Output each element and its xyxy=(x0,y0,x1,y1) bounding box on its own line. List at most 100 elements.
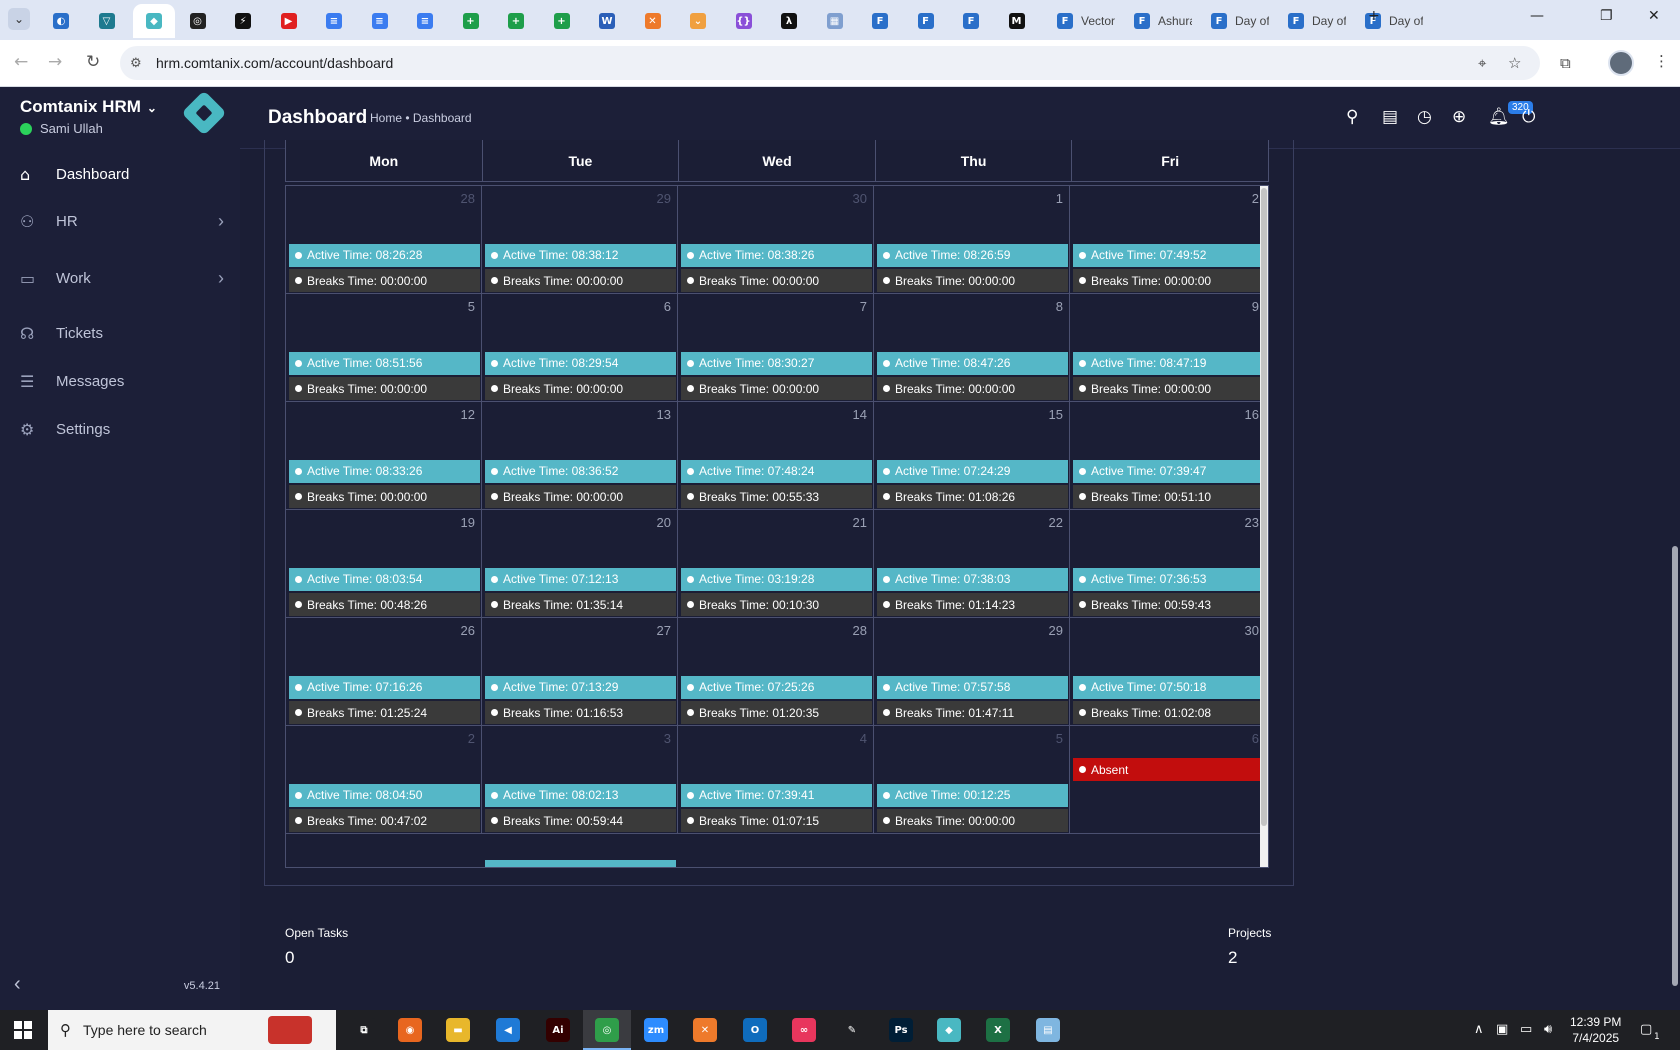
browser-tab[interactable]: F xyxy=(952,4,990,38)
excel-icon[interactable]: X xyxy=(986,1018,1010,1042)
active-event[interactable]: Active Time: 07:24:29 xyxy=(877,459,1068,483)
browser-tab[interactable]: λ xyxy=(770,4,808,38)
breaks-event[interactable]: Breaks Time: 01:25:24 xyxy=(289,701,480,724)
brand-menu[interactable]: Comtanix HRM ⌄ xyxy=(20,97,157,117)
calendar-day[interactable]: 20Clock-in: 4:45 PMActive Time: 07:12:13… xyxy=(482,510,678,618)
calendar-day[interactable]: 27Clock-in: 4:58 PMActive Time: 07:13:29… xyxy=(482,618,678,726)
day-number[interactable]: 28 xyxy=(461,191,475,206)
breaks-event[interactable]: Breaks Time: 00:00:00 xyxy=(877,377,1068,400)
active-event[interactable]: Active Time: 07:25:26 xyxy=(681,675,872,699)
extensions-icon[interactable]: ⧉ xyxy=(1560,54,1571,72)
day-number[interactable]: 7 xyxy=(860,299,867,314)
site-info-icon[interactable]: ⚙ xyxy=(130,55,142,71)
browser-tab[interactable]: ⌄ xyxy=(679,4,717,38)
active-event[interactable]: Active Time: 00:00:00 xyxy=(485,860,676,867)
day-number[interactable]: 2 xyxy=(468,731,475,746)
day-number[interactable]: 30 xyxy=(1245,623,1259,638)
breaks-event[interactable]: Breaks Time: 00:48:26 xyxy=(289,593,480,616)
breaks-event[interactable]: Breaks Time: 01:35:14 xyxy=(485,593,676,616)
breaks-event[interactable]: Breaks Time: 01:16:53 xyxy=(485,701,676,724)
browser-tab[interactable]: F Ashura xyxy=(1124,4,1199,38)
page-scrollbar[interactable] xyxy=(1668,150,1680,1010)
browser-tab[interactable]: ◆ xyxy=(133,4,175,38)
day-number[interactable]: 5 xyxy=(1056,731,1063,746)
breaks-event[interactable]: Breaks Time: 00:00:00 xyxy=(1073,269,1264,292)
browser-tab[interactable]: F xyxy=(861,4,899,38)
active-event[interactable]: Active Time: 03:19:28 xyxy=(681,567,872,591)
zoom-icon[interactable]: zm xyxy=(644,1018,668,1042)
system-clock[interactable]: 12:39 PM 7/4/2025 xyxy=(1570,1014,1621,1046)
active-event[interactable]: Active Time: 08:47:26 xyxy=(877,351,1068,375)
firefox-icon[interactable]: ◉ xyxy=(398,1018,422,1042)
calendar-day[interactable]: 12Clock-in: 4:59 PMActive Time: 08:33:26… xyxy=(286,402,482,510)
restore-icon[interactable]: ❐ xyxy=(1600,8,1613,24)
calendar-day[interactable]: 2Clock-in: 5:04 PMActive Time: 07:49:52B… xyxy=(1070,186,1266,294)
browser-tab[interactable]: + xyxy=(452,4,490,38)
sidebar-item-messages[interactable]: ☰ Messages xyxy=(0,361,240,401)
browser-tab[interactable]: ≡ xyxy=(406,4,444,38)
calendar-day[interactable]: 6Clock-in: 5:00 PMActive Time: 08:29:54B… xyxy=(482,294,678,402)
active-event[interactable]: Active Time: 07:50:18 xyxy=(1073,675,1264,699)
day-number[interactable]: 2 xyxy=(1252,191,1259,206)
day-number[interactable]: 3 xyxy=(664,731,671,746)
calendar-day[interactable]: 26Clock-in: 4:49 PMActive Time: 07:16:26… xyxy=(286,618,482,726)
calendar-day[interactable]: 29Clock-in: 4:32 PMActive Time: 07:57:58… xyxy=(874,618,1070,726)
search-icon[interactable]: ⚲ xyxy=(1346,107,1358,127)
breaks-event[interactable]: Breaks Time: 00:00:00 xyxy=(681,269,872,292)
creative-cloud-icon[interactable]: ∞ xyxy=(792,1018,816,1042)
back-icon[interactable]: ← xyxy=(14,52,28,72)
url-field[interactable]: ⚙ hrm.comtanix.com/account/dashboard ⌖ ☆ xyxy=(120,46,1540,80)
breadcrumb[interactable]: Home • Dashboard xyxy=(370,111,472,125)
day-number[interactable]: 22 xyxy=(1049,515,1063,530)
calendar-day[interactable]: 28Clock-in: 4:46 PMActive Time: 07:25:26… xyxy=(678,618,874,726)
calendar-day[interactable]: 9Clock-in: 4:45 PMActive Time: 08:47:19B… xyxy=(1070,294,1266,402)
day-number[interactable]: 20 xyxy=(657,515,671,530)
day-number[interactable]: 12 xyxy=(461,407,475,422)
calendar-day[interactable]: 5Clock-in: 4:40 PMActive Time: 08:51:56B… xyxy=(286,294,482,402)
browser-tab[interactable]: ✕ xyxy=(634,4,672,38)
active-event[interactable]: Active Time: 08:26:59 xyxy=(877,243,1068,267)
bookmark-star-icon[interactable]: ☆ xyxy=(1508,54,1521,72)
breaks-event[interactable]: Breaks Time: 00:00:00 xyxy=(1073,377,1264,400)
day-number[interactable]: 26 xyxy=(461,623,475,638)
browser-tab[interactable]: ▦ xyxy=(816,4,854,38)
tray-overflow-icon[interactable]: ∧ xyxy=(1474,1022,1484,1037)
breaks-event[interactable]: Breaks Time: 00:00:00 xyxy=(485,269,676,292)
day-number[interactable]: 23 xyxy=(1245,515,1259,530)
active-event[interactable]: Active Time: 07:49:52 xyxy=(1073,243,1264,267)
browser-tab[interactable]: ⚡ xyxy=(224,4,262,38)
windows-start-icon[interactable] xyxy=(14,1021,32,1039)
location-icon[interactable]: ⌖ xyxy=(1478,54,1486,72)
active-event[interactable]: Active Time: 08:26:28 xyxy=(289,243,480,267)
browser-tab[interactable]: F Day of xyxy=(1355,4,1430,38)
active-event[interactable]: Active Time: 07:13:29 xyxy=(485,675,676,699)
calendar-day[interactable]: 30Clock-in: 4:55 PMActive Time: 08:38:26… xyxy=(678,186,874,294)
day-number[interactable]: 6 xyxy=(1252,731,1259,746)
browser-tab[interactable]: F xyxy=(907,4,945,38)
add-icon[interactable]: ⊕ xyxy=(1452,107,1466,127)
bell-icon[interactable]: 🔔︎ xyxy=(1488,107,1510,127)
day-number[interactable]: 29 xyxy=(1049,623,1063,638)
calendar-day[interactable]: 28Clock-in: 5:07 PMActive Time: 08:26:28… xyxy=(286,186,482,294)
calendar-day[interactable]: 2Clock-in: 4:40 PMActive Time: 08:04:50B… xyxy=(286,726,482,834)
breaks-event[interactable]: Breaks Time: 01:14:23 xyxy=(877,593,1068,616)
more-menu-icon[interactable]: ⋮ xyxy=(1654,52,1669,70)
active-event[interactable]: Active Time: 07:48:24 xyxy=(681,459,872,483)
breaks-event[interactable]: Breaks Time: 00:59:44 xyxy=(485,809,676,832)
scrollbar-thumb[interactable] xyxy=(1261,188,1267,826)
xampp-icon[interactable]: ✕ xyxy=(693,1018,717,1042)
breaks-event[interactable]: Breaks Time: 00:00:00 xyxy=(485,377,676,400)
browser-tab[interactable]: M xyxy=(998,4,1036,38)
breaks-event[interactable]: Breaks Time: 00:00:00 xyxy=(681,377,872,400)
profile-avatar[interactable] xyxy=(1608,50,1634,76)
day-number[interactable]: 21 xyxy=(853,515,867,530)
close-icon[interactable]: ✕ xyxy=(1648,8,1660,24)
calendar-day[interactable]: 14Clock-in: 4:52 PMActive Time: 07:48:24… xyxy=(678,402,874,510)
calendar-day[interactable]: 13Clock-in: 4:56 PMActive Time: 08:36:52… xyxy=(482,402,678,510)
active-event[interactable]: Active Time: 07:12:13 xyxy=(485,567,676,591)
day-number[interactable]: 9 xyxy=(1252,299,1259,314)
calendar-day[interactable]: 6 Absent xyxy=(1070,726,1266,834)
day-number[interactable]: 6 xyxy=(664,299,671,314)
power-icon[interactable]: ⏻ xyxy=(1522,107,1535,127)
active-event[interactable]: Active Time: 07:39:41 xyxy=(681,783,872,807)
